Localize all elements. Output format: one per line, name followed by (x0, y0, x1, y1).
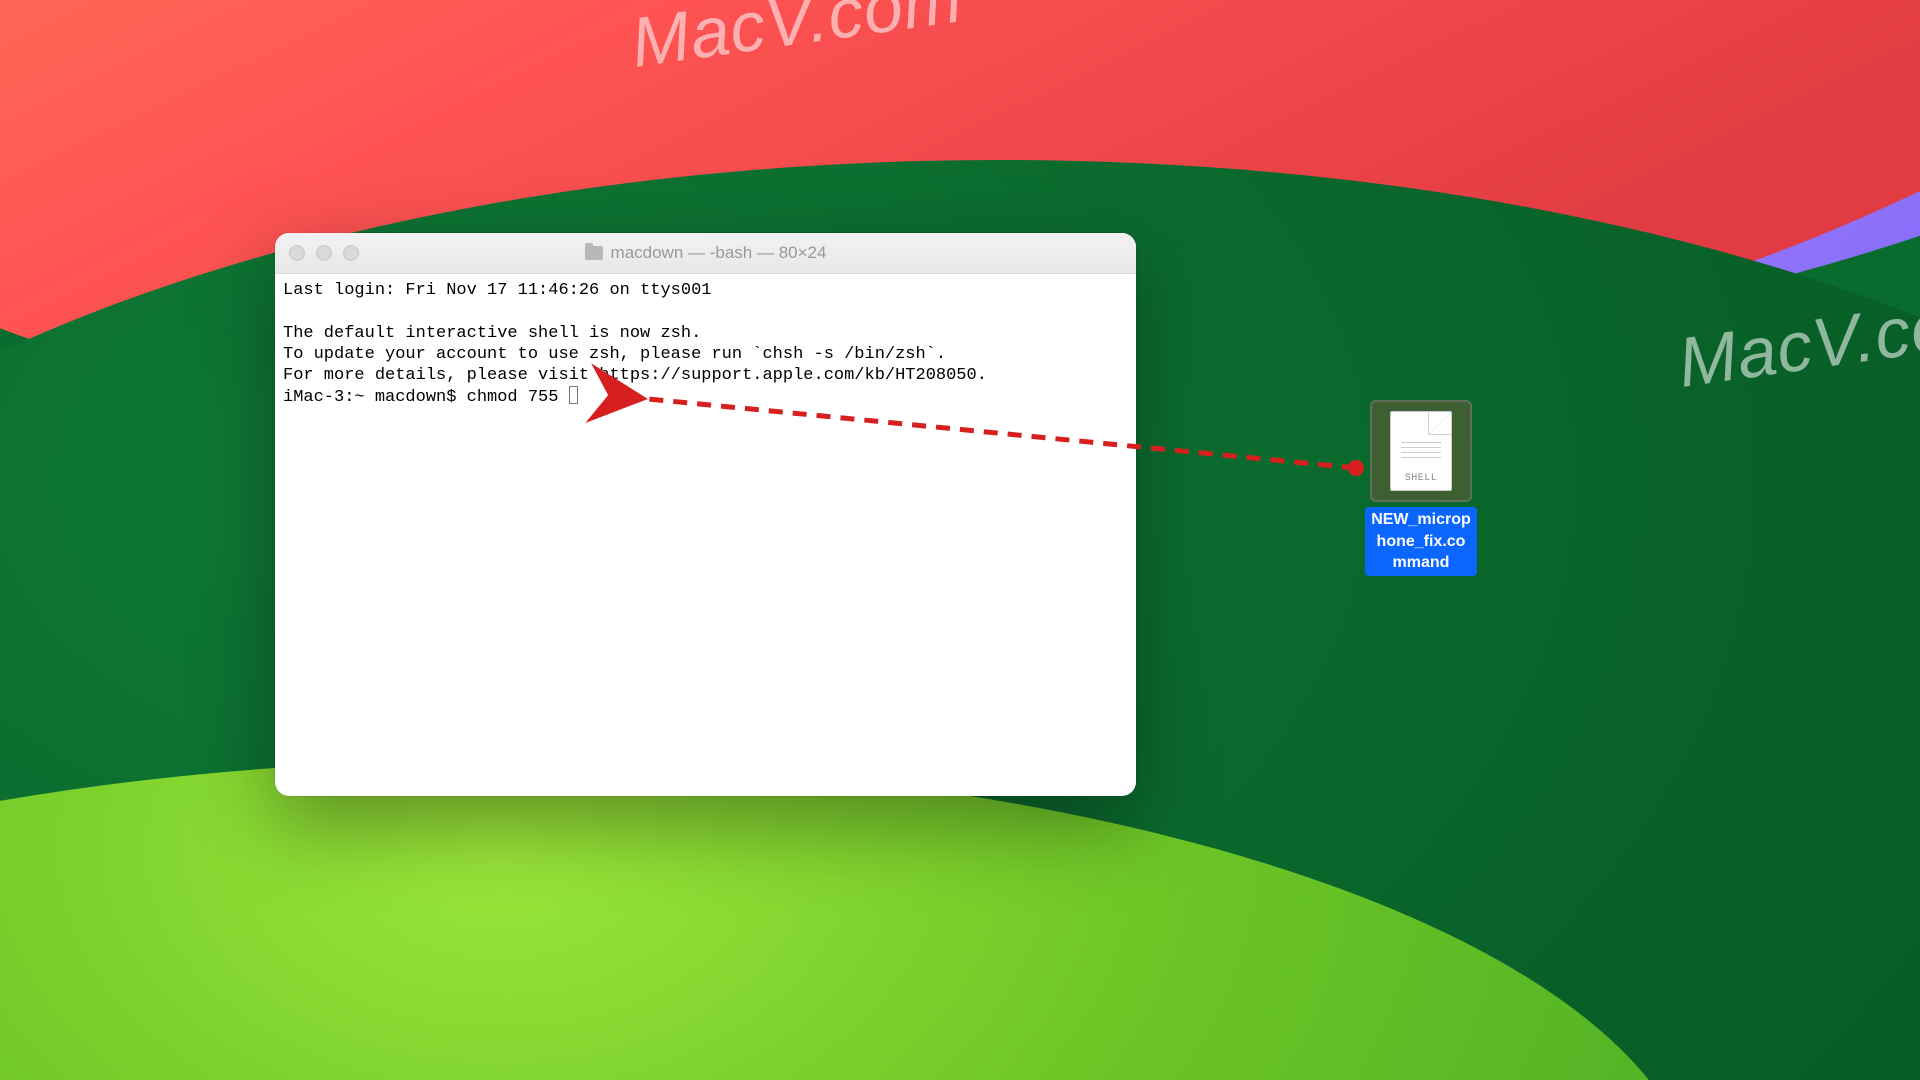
terminal-line: The default interactive shell is now zsh… (283, 324, 701, 343)
file-type-badge: SHELL (1405, 473, 1438, 484)
traffic-lights (289, 245, 359, 261)
minimize-button[interactable] (316, 245, 332, 261)
file-name-label[interactable]: NEW_microphone_fix.command (1365, 507, 1477, 576)
terminal-cursor (569, 386, 578, 404)
close-button[interactable] (289, 245, 305, 261)
folder-icon (585, 246, 603, 260)
terminal-line: For more details, please visit https://s… (283, 366, 987, 385)
terminal-content[interactable]: Last login: Fri Nov 17 11:46:26 on ttys0… (275, 274, 1136, 796)
terminal-line: To update your account to use zsh, pleas… (283, 345, 946, 364)
terminal-window[interactable]: macdown — -bash — 80×24 Last login: Fri … (275, 233, 1136, 796)
terminal-line: Last login: Fri Nov 17 11:46:26 on ttys0… (283, 281, 711, 300)
zoom-button[interactable] (343, 245, 359, 261)
window-titlebar[interactable]: macdown — -bash — 80×24 (275, 233, 1136, 274)
terminal-prompt: iMac-3:~ macdown$ chmod 755 (283, 388, 569, 407)
window-title-text: macdown — -bash — 80×24 (611, 243, 827, 263)
desktop-file-icon[interactable]: SHELL NEW_microphone_fix.command (1365, 400, 1477, 576)
shell-document-icon: SHELL (1390, 411, 1452, 491)
window-title: macdown — -bash — 80×24 (275, 243, 1136, 263)
file-icon-selection: SHELL (1370, 400, 1472, 502)
